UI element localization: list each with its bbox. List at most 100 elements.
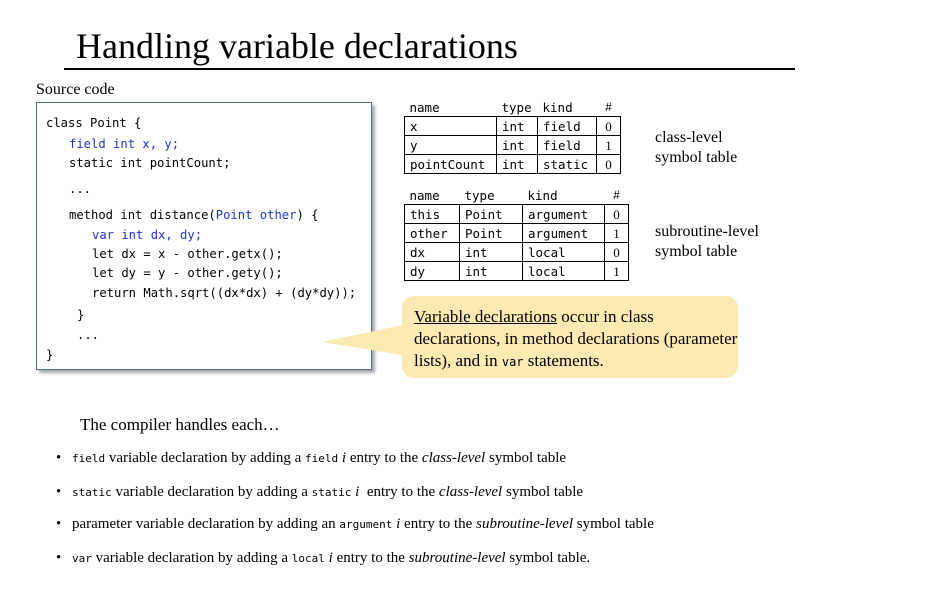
bullet-table-level: class-level [438, 484, 503, 500]
table-row: this Point argument 0 [404, 204, 629, 224]
subroutine-level-label-line2: symbol table [655, 243, 738, 260]
code-line-let-dy: let dy = y - other.gety(); [92, 266, 283, 280]
header-name: name [409, 187, 440, 203]
list-item: • var variable declaration by adding a lo… [56, 548, 590, 569]
cell-kind: field [537, 135, 597, 155]
code-line-ellipsis-1: ... [69, 182, 92, 196]
bullet-entry-code: field [305, 452, 339, 465]
cell-kind: local [522, 261, 605, 281]
table-row: dx int local 0 [404, 242, 629, 262]
header-name: name [409, 99, 440, 115]
code-line-let-dx: let dx = x - other.getx(); [92, 247, 283, 261]
cell-index: 1 [596, 135, 621, 155]
table-header-row: name type kind # [405, 98, 621, 117]
code-line-method: method int distance(Point other) { [69, 207, 318, 223]
bullet-code: field [72, 452, 106, 465]
cell-name: pointCount [404, 154, 497, 174]
title-underline [64, 68, 795, 70]
bullet-table-level: subroutine-level [408, 550, 506, 566]
code-line-close-method: } [77, 308, 85, 322]
page-title: Handling variable declarations [76, 26, 518, 66]
subroutine-level-label-line1: subroutine-level [655, 223, 759, 240]
header-kind: kind [527, 187, 558, 203]
intro-text: The compiler handles each… [80, 415, 280, 434]
header-type: type [501, 99, 532, 115]
cell-index: 1 [604, 223, 629, 243]
code-line-var: var int dx, dy; [92, 228, 203, 242]
source-code-label: Source code [36, 81, 115, 98]
bullet-table-level: class-level [421, 450, 486, 466]
cell-kind: argument [522, 204, 605, 224]
code-line-ellipsis-2: ... [77, 328, 100, 342]
callout-text: Variable declarations occur in class dec… [414, 306, 744, 373]
bullet-entry-code: argument [339, 518, 393, 531]
bullet-index-var: i [324, 550, 333, 566]
bullet-text: entry to the [346, 450, 422, 466]
code-method-end: ) { [296, 208, 319, 222]
code-method-start: method int distance( [69, 208, 216, 222]
cell-type: int [496, 116, 538, 136]
cell-name: this [404, 204, 460, 224]
cell-type: int [459, 242, 523, 262]
bullet-text: symbol table [502, 484, 584, 500]
bullet-code: static [72, 486, 112, 499]
header-index: # [605, 99, 612, 114]
code-line-field: field int x, y; [69, 137, 180, 151]
table-row: y int field 1 [404, 135, 621, 155]
subroutine-level-symbol-table: name type kind # this Point argument 0 o… [404, 186, 629, 281]
class-level-label-line2: symbol table [655, 149, 738, 166]
list-item: • parameter variable declaration by addin… [56, 514, 654, 535]
cell-kind: static [537, 154, 597, 174]
cell-type: Point [459, 204, 523, 224]
code-method-param: Point other [215, 208, 297, 222]
table-row: other Point argument 1 [404, 223, 629, 243]
bullet-text: symbol table [485, 450, 567, 466]
table-row: x int field 0 [404, 116, 621, 136]
callout-underlined-term: Variable declarations [414, 307, 558, 326]
cell-type: Point [459, 223, 523, 243]
bullet-text: entry to the [359, 484, 439, 500]
bullet-text: variable declaration by adding a [105, 450, 306, 466]
list-item: • static variable declaration by adding a… [56, 482, 583, 503]
bullet-text: variable declaration by adding a [91, 550, 292, 566]
code-line-static: static int pointCount; [69, 156, 231, 170]
bullet-text: entry to the [400, 516, 477, 532]
cell-index: 0 [596, 154, 621, 174]
callout-text-part2: statements. [523, 351, 604, 370]
cell-name: x [404, 116, 497, 136]
cell-index: 0 [596, 116, 621, 136]
bullet-entry-code: local [291, 552, 325, 565]
cell-kind: local [522, 242, 605, 262]
cell-type: int [496, 154, 538, 174]
bullet-text: variable declaration by adding a [111, 484, 312, 500]
bullet-dot-icon: • [56, 516, 62, 532]
header-index: # [613, 187, 620, 202]
cell-name: y [404, 135, 497, 155]
cell-index: 1 [604, 261, 629, 281]
bullet-text: symbol table [573, 516, 654, 532]
callout-code-var: var [501, 355, 524, 369]
cell-type: int [496, 135, 538, 155]
header-type: type [464, 187, 495, 203]
list-item: • field variable declaration by adding a … [56, 448, 566, 469]
class-level-symbol-table: name type kind # x int field 0 y int fie… [404, 98, 621, 174]
bullet-text: entry to the [332, 550, 409, 566]
cell-type: int [459, 261, 523, 281]
cell-name: dx [404, 242, 460, 262]
bullet-entry-code: static [311, 486, 352, 499]
class-level-label-line1: class-level [655, 129, 723, 146]
cell-index: 0 [604, 242, 629, 262]
header-kind: kind [542, 99, 573, 115]
bullet-dot-icon: • [56, 450, 62, 466]
bullet-index-var: i [338, 450, 347, 466]
bullet-dot-icon: • [56, 484, 62, 500]
class-level-label: class-level symbol table [655, 128, 737, 168]
code-line-close-class: } [46, 348, 54, 362]
bullet-table-level: subroutine-level [476, 516, 574, 532]
cell-kind: field [537, 116, 597, 136]
bullet-code: var [72, 552, 92, 565]
table-header-row: name type kind # [405, 186, 629, 205]
table-row: dy int local 1 [404, 261, 629, 281]
code-line-return: return Math.sqrt((dx*dx) + (dy*dy)); [92, 286, 357, 300]
cell-index: 0 [604, 204, 629, 224]
